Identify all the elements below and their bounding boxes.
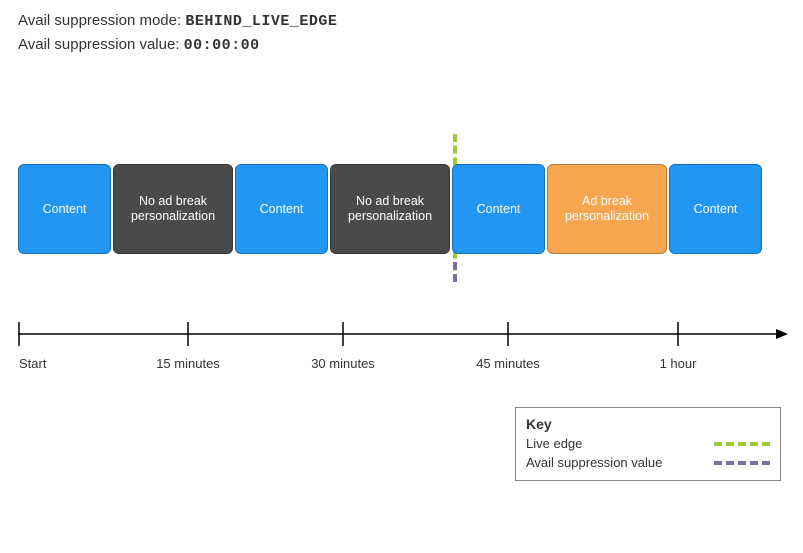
axis-tick-label: 15 minutes: [156, 356, 220, 371]
legend-label: Avail suppression value: [526, 455, 662, 470]
legend-label: Live edge: [526, 436, 582, 451]
axis-line: [18, 319, 788, 349]
axis-tick-label: 45 minutes: [476, 356, 540, 371]
legend-row-live: Live edge: [526, 436, 770, 451]
value-label: Avail suppression value:: [18, 36, 184, 53]
mode-label: Avail suppression mode:: [18, 12, 185, 29]
legend: Key Live edge Avail suppression value: [515, 407, 781, 481]
block-content: Content: [452, 164, 545, 254]
block-ad-break: Ad break personalization: [547, 164, 667, 254]
axis-tick-label: 1 hour: [660, 356, 697, 371]
axis-tick-label: 30 minutes: [311, 356, 375, 371]
legend-swatch-avail: [714, 461, 770, 465]
blocks-row: Content No ad break personalization Cont…: [18, 164, 785, 254]
avail-suppression-marker: [453, 262, 457, 282]
legend-swatch-live: [714, 442, 770, 446]
value-value: 00:00:00: [184, 37, 260, 54]
mode-value: BEHIND_LIVE_EDGE: [185, 13, 337, 30]
block-content: Content: [18, 164, 111, 254]
block-no-ad: No ad break personalization: [113, 164, 233, 254]
legend-title: Key: [526, 416, 770, 432]
legend-row-avail: Avail suppression value: [526, 455, 770, 470]
block-content: Content: [235, 164, 328, 254]
axis: Start 15 minutes 30 minutes 45 minutes 1…: [18, 319, 785, 389]
mode-line: Avail suppression mode: BEHIND_LIVE_EDGE: [18, 12, 785, 30]
block-no-ad: No ad break personalization: [330, 164, 450, 254]
axis-tick-label: Start: [19, 356, 46, 371]
value-line: Avail suppression value: 00:00:00: [18, 36, 785, 54]
block-content: Content: [669, 164, 762, 254]
timeline: Content No ad break personalization Cont…: [18, 164, 785, 254]
